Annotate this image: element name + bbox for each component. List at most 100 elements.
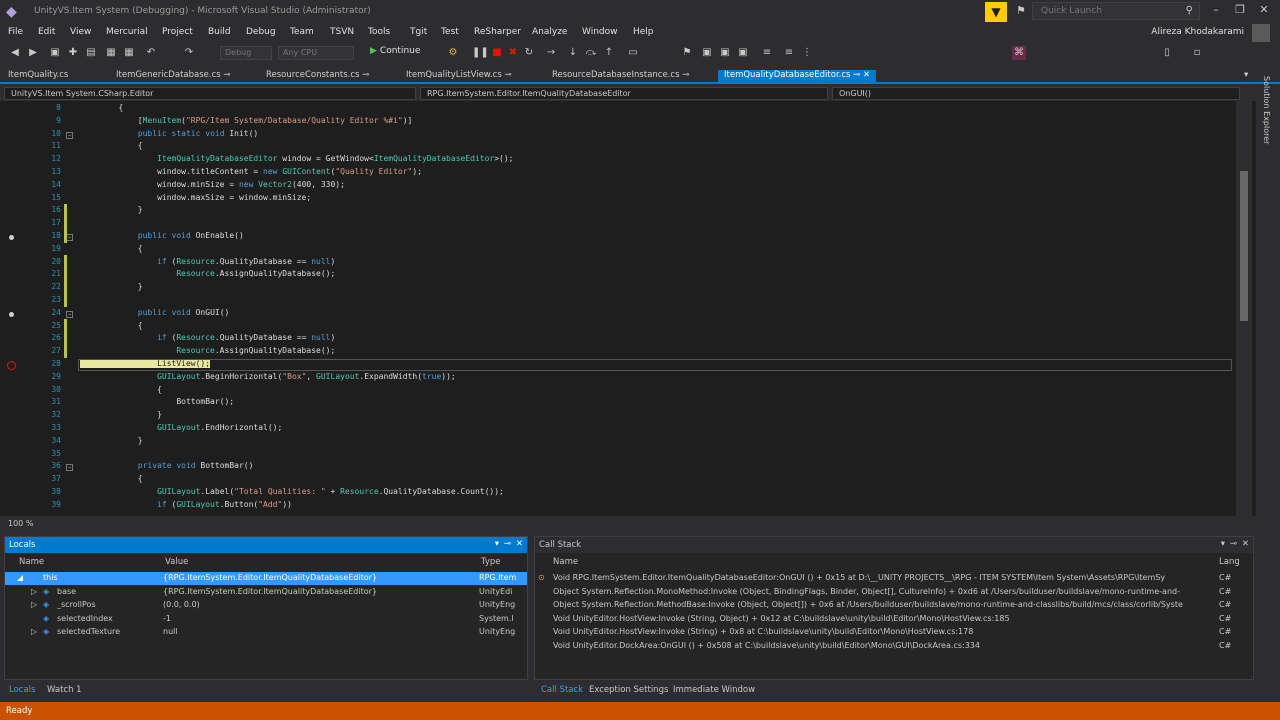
- bookmark-icon[interactable]: ⚑: [680, 46, 694, 60]
- column-header-type[interactable]: Type: [481, 557, 501, 571]
- code-line[interactable]: 27 Resource.AssignQualityDatabase();: [0, 346, 1232, 359]
- restore-icon[interactable]: ❐: [1230, 3, 1250, 16]
- locals-row[interactable]: ◈ selectedIndex -1 System.I: [5, 613, 527, 626]
- tool-icon-4[interactable]: ≡: [760, 46, 774, 60]
- menu-resharper[interactable]: ReSharper: [474, 27, 521, 37]
- close-icon[interactable]: ✕: [1242, 539, 1249, 549]
- collapse-icon[interactable]: −: [66, 234, 73, 241]
- step-over-icon[interactable]: ⤼: [584, 46, 598, 60]
- tracepoint-icon[interactable]: [9, 311, 14, 317]
- call-stack-row[interactable]: Void UnityEditor.HostView:Invoke (String…: [535, 626, 1253, 639]
- menu-mercurial[interactable]: Mercurial: [106, 27, 148, 37]
- menu-build[interactable]: Build: [208, 27, 231, 37]
- menu-team[interactable]: Team: [290, 27, 314, 37]
- code-line[interactable]: 30 {: [0, 385, 1232, 398]
- collapse-icon[interactable]: −: [66, 131, 73, 139]
- code-line[interactable]: 33 GUILayout.EndHorizontal();: [0, 423, 1232, 436]
- tab-itemgenericdatabase[interactable]: ItemGenericDatabase.cs ⊸: [110, 70, 237, 84]
- menu-help[interactable]: Help: [633, 27, 654, 37]
- code-line[interactable]: 10 public static void Init() −: [0, 129, 1232, 142]
- code-line[interactable]: 35: [0, 449, 1232, 462]
- pin-icon[interactable]: ⊸: [504, 70, 511, 80]
- menu-view[interactable]: View: [70, 27, 91, 37]
- code-editor[interactable]: 8 {9 [MenuItem("RPG/Item System/Database…: [0, 101, 1256, 516]
- column-header-name[interactable]: Name: [19, 557, 44, 571]
- user-name[interactable]: Alireza Khodakarami: [1151, 27, 1244, 37]
- column-header-value[interactable]: Value: [165, 557, 188, 571]
- code-line[interactable]: 22 }: [0, 282, 1232, 295]
- expand-icon[interactable]: ▷: [31, 600, 37, 609]
- code-line[interactable]: 18 public void OnEnable() −: [0, 231, 1232, 244]
- restart-icon[interactable]: ↻: [522, 46, 536, 60]
- pin-icon[interactable]: ⊸: [223, 70, 230, 80]
- code-line[interactable]: 24 public void OnGUI() −: [0, 308, 1232, 321]
- step-into-icon[interactable]: ↓: [566, 46, 580, 60]
- tool-icon-2[interactable]: ▣: [718, 46, 732, 60]
- undo-icon[interactable]: ↶: [144, 46, 158, 60]
- tab-locals[interactable]: Locals: [9, 685, 35, 695]
- code-line[interactable]: 26 if (Resource.QualityDatabase == null): [0, 333, 1232, 346]
- locals-row[interactable]: ▷ ◈ _scrollPos (0.0, 0.0) UnityEng: [5, 599, 527, 612]
- breakpoint-icon[interactable]: [7, 361, 16, 370]
- column-header-name[interactable]: Name: [553, 557, 578, 571]
- close-tab-icon[interactable]: ✕: [863, 70, 870, 80]
- code-line[interactable]: 39 if (GUILayout.Button("Add")): [0, 500, 1232, 513]
- call-stack-row[interactable]: Object System.Reflection.MonoMethod:Invo…: [535, 586, 1253, 599]
- tracepoint-icon[interactable]: [9, 235, 14, 240]
- back-icon[interactable]: ◀: [8, 46, 22, 60]
- expand-icon[interactable]: ◢: [17, 573, 23, 582]
- code-line[interactable]: 20 if (Resource.QualityDatabase == null): [0, 257, 1232, 270]
- code-line[interactable]: 13 window.titleContent = new GUIContent(…: [0, 167, 1232, 180]
- tab-itemqualitydatabaseeditor[interactable]: ItemQualityDatabaseEditor.cs ⊸ ✕: [718, 70, 877, 84]
- tool-icon-5[interactable]: ≡: [782, 46, 796, 60]
- code-line[interactable]: 11 {: [0, 141, 1232, 154]
- detach-icon[interactable]: ✖: [506, 46, 520, 60]
- save-icon[interactable]: ▦: [104, 46, 118, 60]
- toolbar-icon-right-1[interactable]: ▯: [1160, 46, 1174, 60]
- code-line[interactable]: 23: [0, 295, 1232, 308]
- new-item-icon[interactable]: ✚: [66, 46, 80, 60]
- minimize-icon[interactable]: –: [1206, 3, 1226, 16]
- code-line[interactable]: 8 {: [0, 103, 1232, 116]
- menu-edit[interactable]: Edit: [38, 27, 55, 37]
- code-line[interactable]: 14 window.minSize = new Vector2(400, 330…: [0, 180, 1232, 193]
- menu-tgit[interactable]: Tgit: [410, 27, 427, 37]
- menu-tsvn[interactable]: TSVN: [330, 27, 354, 37]
- collapse-icon[interactable]: −: [66, 310, 73, 318]
- call-stack-row[interactable]: Void UnityEditor.HostView:Invoke (String…: [535, 613, 1253, 626]
- tab-overflow-icon[interactable]: ▾: [1238, 70, 1254, 84]
- code-line[interactable]: 21 Resource.AssignQualityDatabase();: [0, 269, 1232, 282]
- menu-debug[interactable]: Debug: [246, 27, 276, 37]
- code-line[interactable]: 36 private void BottomBar() −: [0, 461, 1232, 474]
- code-line[interactable]: 17: [0, 218, 1232, 231]
- forward-icon[interactable]: ▶: [26, 46, 40, 60]
- code-line[interactable]: 12 ItemQualityDatabaseEditor window = Ge…: [0, 154, 1232, 167]
- menu-tools[interactable]: Tools: [368, 27, 390, 37]
- comment-icon[interactable]: ▭: [626, 46, 640, 60]
- menu-test[interactable]: Test: [441, 27, 459, 37]
- type-select[interactable]: RPG.ItemSystem.Editor.ItemQualityDatabas…: [420, 87, 828, 100]
- tab-call-stack[interactable]: Call Stack: [541, 685, 583, 695]
- code-line[interactable]: 19 {: [0, 244, 1232, 257]
- solution-icon[interactable]: ▣: [48, 46, 62, 60]
- editor-scrollbar[interactable]: [1236, 101, 1252, 516]
- open-icon[interactable]: ▤: [84, 46, 98, 60]
- tab-itemquality[interactable]: ItemQuality.cs: [2, 70, 74, 84]
- tool-icon-6[interactable]: ⋮: [800, 46, 814, 60]
- locals-row[interactable]: ▷ ◈ selectedTexture null UnityEng: [5, 626, 527, 639]
- break-all-icon[interactable]: ❚❚: [472, 46, 489, 60]
- code-line[interactable]: 15 window.maxSize = window.minSize;: [0, 193, 1232, 206]
- pin-icon[interactable]: ⊸: [1230, 539, 1237, 549]
- toolbar-icon-right-2[interactable]: ▫: [1190, 46, 1204, 60]
- dropdown-icon[interactable]: ▾: [495, 539, 499, 549]
- code-line[interactable]: 31 BottomBar();: [0, 397, 1232, 410]
- tab-immediate-window[interactable]: Immediate Window: [673, 685, 755, 695]
- tab-resourcedatabaseinstance[interactable]: ResourceDatabaseInstance.cs ⊸: [546, 70, 695, 84]
- tab-itemqualitylistview[interactable]: ItemQualityListView.cs ⊸: [400, 70, 518, 84]
- locals-row[interactable]: ▷ ◈ base {RPG.ItemSystem.Editor.ItemQuality…: [5, 586, 527, 599]
- tool-icon-1[interactable]: ▣: [700, 46, 714, 60]
- pin-icon[interactable]: ⊸: [504, 539, 511, 549]
- project-select[interactable]: UnityVS.Item System.CSharp.Editor: [4, 87, 416, 100]
- expand-icon[interactable]: ▷: [31, 587, 37, 596]
- pin-icon[interactable]: ⊸: [853, 70, 860, 80]
